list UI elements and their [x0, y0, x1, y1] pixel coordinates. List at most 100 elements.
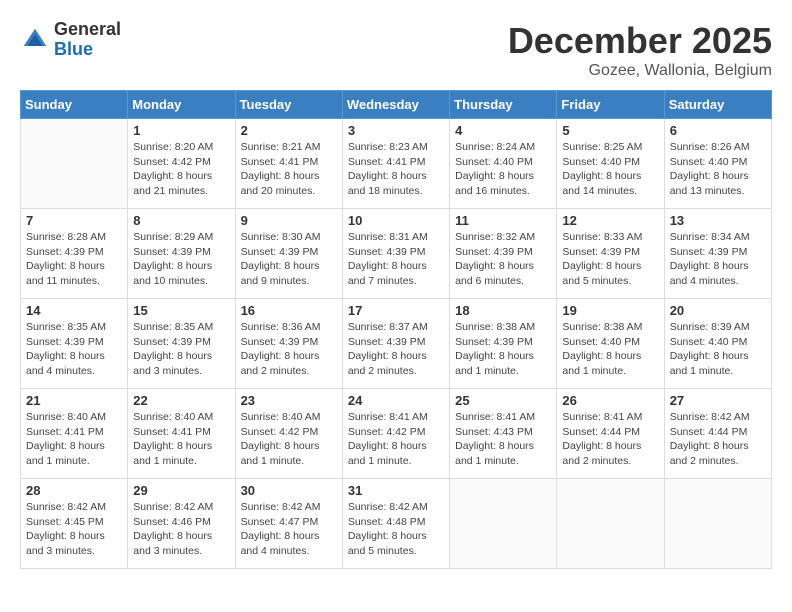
day-number: 29 [133, 483, 229, 498]
day-number: 24 [348, 393, 444, 408]
calendar-cell: 14Sunrise: 8:35 AMSunset: 4:39 PMDayligh… [21, 299, 128, 389]
calendar-cell: 30 Sunrise: 8:42 AMSunset: 4:47 PMDayligh… [235, 479, 342, 569]
month-title: December 2025 [508, 20, 772, 62]
day-number: 2 [241, 123, 337, 138]
calendar-cell: 26 Sunrise: 8:41 AMSunset: 4:44 PMDayligh… [557, 389, 664, 479]
calendar-cell: 24 Sunrise: 8:41 AMSunset: 4:42 PMDayligh… [342, 389, 449, 479]
day-detail: Sunrise: 8:41 AMSunset: 4:43 PMDaylight:… [455, 410, 551, 469]
calendar-cell: 21 Sunrise: 8:40 AMSunset: 4:41 PMDayligh… [21, 389, 128, 479]
weekday-header: Saturday [664, 91, 771, 119]
day-number: 14 [26, 303, 122, 318]
day-number: 5 [562, 123, 658, 138]
calendar-cell: 13Sunrise: 8:34 AMSunset: 4:39 PMDayligh… [664, 209, 771, 299]
day-detail: Sunrise: 8:33 AMSunset: 4:39 PMDaylight:… [562, 230, 658, 289]
weekday-header: Monday [128, 91, 235, 119]
calendar-cell: 27 Sunrise: 8:42 AMSunset: 4:44 PMDayligh… [664, 389, 771, 479]
logo: General Blue [20, 20, 121, 60]
day-detail: Sunrise: 8:37 AMSunset: 4:39 PMDaylight:… [348, 320, 444, 379]
calendar-cell [557, 479, 664, 569]
calendar-cell: 17Sunrise: 8:37 AMSunset: 4:39 PMDayligh… [342, 299, 449, 389]
calendar-cell: 16 Sunrise: 8:36 AMSunset: 4:39 PMDayligh… [235, 299, 342, 389]
calendar-cell: 4 Sunrise: 8:24 AMSunset: 4:40 PMDaylight… [450, 119, 557, 209]
day-number: 28 [26, 483, 122, 498]
day-number: 4 [455, 123, 551, 138]
day-number: 25 [455, 393, 551, 408]
day-number: 30 [241, 483, 337, 498]
day-detail: Sunrise: 8:25 AMSunset: 4:40 PMDaylight:… [562, 140, 658, 199]
day-number: 12 [562, 213, 658, 228]
day-detail: Sunrise: 8:40 AMSunset: 4:41 PMDaylight:… [26, 410, 122, 469]
day-number: 9 [241, 213, 337, 228]
day-number: 23 [241, 393, 337, 408]
calendar: SundayMondayTuesdayWednesdayThursdayFrid… [20, 90, 772, 569]
day-number: 19 [562, 303, 658, 318]
day-detail: Sunrise: 8:42 AMSunset: 4:45 PMDaylight:… [26, 500, 122, 559]
day-detail: Sunrise: 8:20 AMSunset: 4:42 PMDaylight:… [133, 140, 229, 199]
calendar-cell [450, 479, 557, 569]
calendar-cell: 29 Sunrise: 8:42 AMSunset: 4:46 PMDayligh… [128, 479, 235, 569]
day-detail: Sunrise: 8:29 AMSunset: 4:39 PMDaylight:… [133, 230, 229, 289]
calendar-cell: 7 Sunrise: 8:28 AMSunset: 4:39 PMDaylight… [21, 209, 128, 299]
calendar-cell [21, 119, 128, 209]
logo-blue: Blue [54, 40, 121, 60]
day-detail: Sunrise: 8:40 AMSunset: 4:41 PMDaylight:… [133, 410, 229, 469]
weekday-header: Friday [557, 91, 664, 119]
day-detail: Sunrise: 8:36 AMSunset: 4:39 PMDaylight:… [241, 320, 337, 379]
day-detail: Sunrise: 8:41 AMSunset: 4:44 PMDaylight:… [562, 410, 658, 469]
day-number: 8 [133, 213, 229, 228]
calendar-cell: 11Sunrise: 8:32 AMSunset: 4:39 PMDayligh… [450, 209, 557, 299]
day-number: 6 [670, 123, 766, 138]
week-row: 28 Sunrise: 8:42 AMSunset: 4:45 PMDayligh… [21, 479, 772, 569]
logo-text: General Blue [54, 20, 121, 60]
day-number: 3 [348, 123, 444, 138]
location: Gozee, Wallonia, Belgium [508, 62, 772, 80]
weekday-header: Thursday [450, 91, 557, 119]
calendar-cell: 31 Sunrise: 8:42 AMSunset: 4:48 PMDayligh… [342, 479, 449, 569]
day-number: 10 [348, 213, 444, 228]
calendar-cell: 3 Sunrise: 8:23 AMSunset: 4:41 PMDaylight… [342, 119, 449, 209]
day-number: 13 [670, 213, 766, 228]
day-detail: Sunrise: 8:21 AMSunset: 4:41 PMDaylight:… [241, 140, 337, 199]
logo-icon [20, 25, 50, 55]
day-number: 27 [670, 393, 766, 408]
logo-general: General [54, 20, 121, 40]
day-detail: Sunrise: 8:40 AMSunset: 4:42 PMDaylight:… [241, 410, 337, 469]
day-detail: Sunrise: 8:41 AMSunset: 4:42 PMDaylight:… [348, 410, 444, 469]
day-number: 21 [26, 393, 122, 408]
day-detail: Sunrise: 8:32 AMSunset: 4:39 PMDaylight:… [455, 230, 551, 289]
day-detail: Sunrise: 8:23 AMSunset: 4:41 PMDaylight:… [348, 140, 444, 199]
calendar-cell: 22 Sunrise: 8:40 AMSunset: 4:41 PMDayligh… [128, 389, 235, 479]
day-detail: Sunrise: 8:28 AMSunset: 4:39 PMDaylight:… [26, 230, 122, 289]
calendar-cell [664, 479, 771, 569]
day-detail: Sunrise: 8:42 AMSunset: 4:47 PMDaylight:… [241, 500, 337, 559]
day-detail: Sunrise: 8:42 AMSunset: 4:44 PMDaylight:… [670, 410, 766, 469]
day-detail: Sunrise: 8:39 AMSunset: 4:40 PMDaylight:… [670, 320, 766, 379]
calendar-cell: 28 Sunrise: 8:42 AMSunset: 4:45 PMDayligh… [21, 479, 128, 569]
weekday-header: Wednesday [342, 91, 449, 119]
page-header: General Blue December 2025 Gozee, Wallon… [20, 20, 772, 80]
calendar-cell: 18Sunrise: 8:38 AMSunset: 4:39 PMDayligh… [450, 299, 557, 389]
weekday-header: Tuesday [235, 91, 342, 119]
week-row: 14 Sunrise: 8:35 AMSunset: 4:39 PMDayligh… [21, 299, 772, 389]
calendar-cell: 10Sunrise: 8:31 AMSunset: 4:39 PMDayligh… [342, 209, 449, 299]
day-number: 20 [670, 303, 766, 318]
calendar-cell: 20 Sunrise: 8:39 AMSunset: 4:40 PMDayligh… [664, 299, 771, 389]
day-number: 31 [348, 483, 444, 498]
day-number: 7 [26, 213, 122, 228]
day-detail: Sunrise: 8:42 AMSunset: 4:48 PMDaylight:… [348, 500, 444, 559]
day-detail: Sunrise: 8:38 AMSunset: 4:39 PMDaylight:… [455, 320, 551, 379]
day-number: 22 [133, 393, 229, 408]
week-row: 21 Sunrise: 8:40 AMSunset: 4:41 PMDayligh… [21, 389, 772, 479]
day-detail: Sunrise: 8:24 AMSunset: 4:40 PMDaylight:… [455, 140, 551, 199]
day-detail: Sunrise: 8:30 AMSunset: 4:39 PMDaylight:… [241, 230, 337, 289]
calendar-cell: 2 Sunrise: 8:21 AMSunset: 4:41 PMDaylight… [235, 119, 342, 209]
day-number: 16 [241, 303, 337, 318]
calendar-cell: 15Sunrise: 8:35 AMSunset: 4:39 PMDayligh… [128, 299, 235, 389]
day-number: 26 [562, 393, 658, 408]
day-number: 1 [133, 123, 229, 138]
weekday-header: Sunday [21, 91, 128, 119]
day-detail: Sunrise: 8:35 AMSunset: 4:39 PMDaylight:… [133, 320, 229, 379]
title-block: December 2025 Gozee, Wallonia, Belgium [508, 20, 772, 80]
day-detail: Sunrise: 8:42 AMSunset: 4:46 PMDaylight:… [133, 500, 229, 559]
day-detail: Sunrise: 8:38 AMSunset: 4:40 PMDaylight:… [562, 320, 658, 379]
